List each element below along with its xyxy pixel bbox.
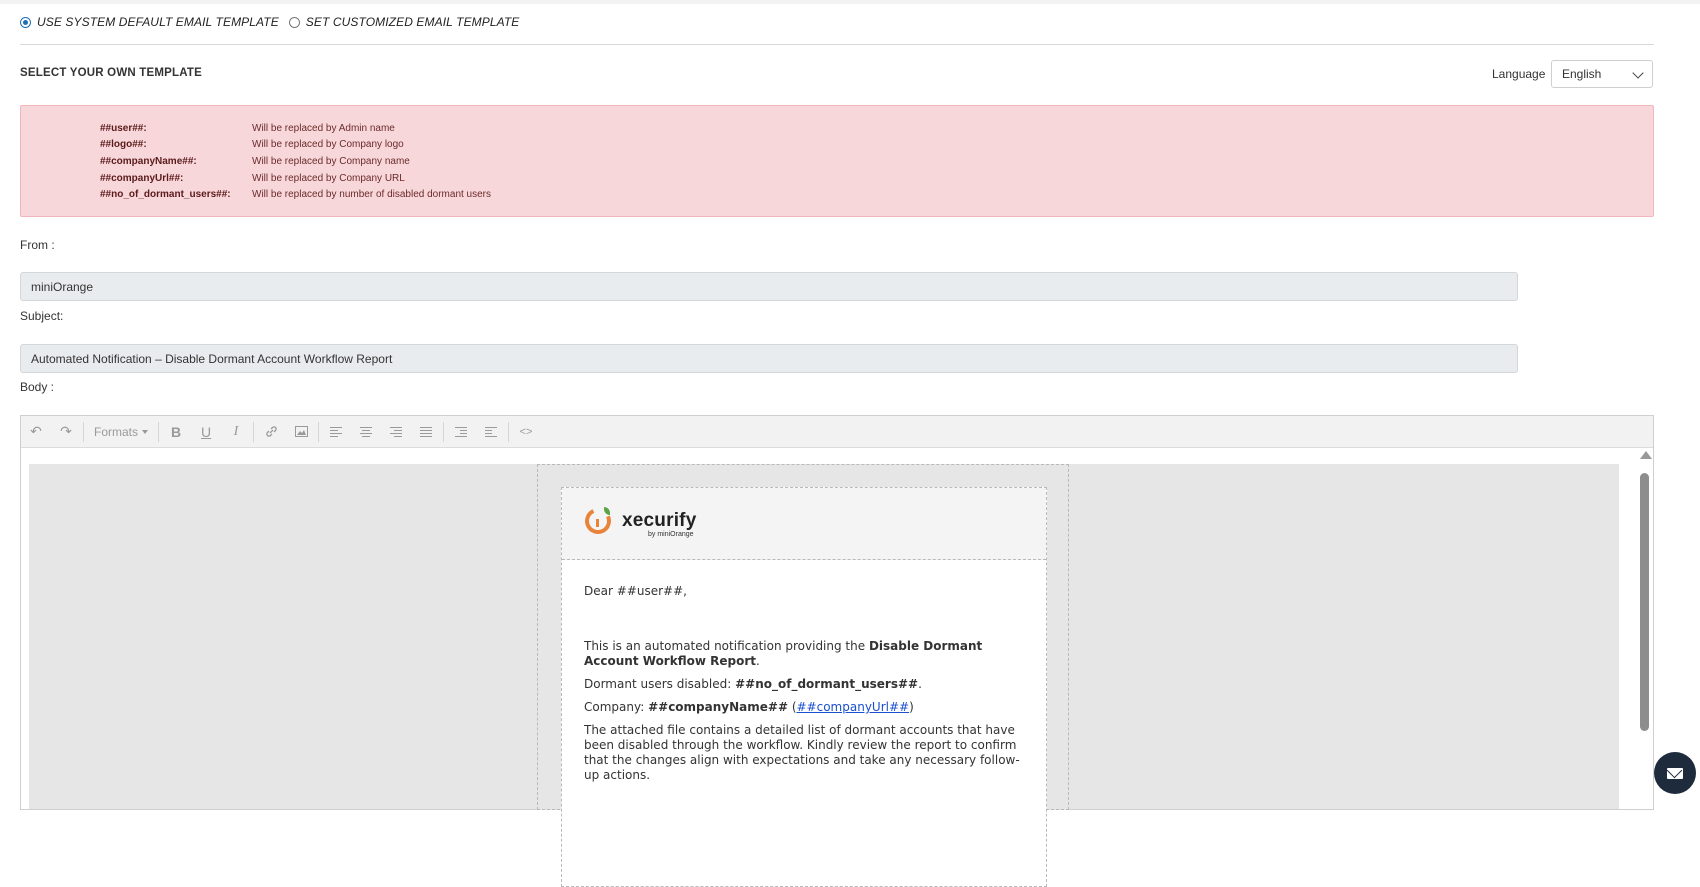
- email-content-box: xecurify by miniOrange Dear ##user##, Th…: [561, 487, 1047, 887]
- formats-dropdown[interactable]: Formats: [86, 416, 156, 447]
- top-border: [0, 0, 1700, 4]
- email-body[interactable]: Dear ##user##, This is an automated noti…: [584, 584, 1034, 783]
- placeholder-key: ##companyName##:: [100, 156, 197, 167]
- placeholder-key: ##logo##:: [100, 139, 147, 150]
- editor-scrollbar[interactable]: [1637, 451, 1652, 809]
- dormant-count: ##no_of_dormant_users##: [735, 677, 919, 691]
- brand-subtitle: by miniOrange: [648, 531, 694, 538]
- toolbar-separator: [443, 421, 445, 442]
- source-code-button[interactable]: <>: [511, 416, 541, 447]
- body-label: Body :: [20, 380, 55, 394]
- formats-label: Formats: [94, 424, 139, 439]
- placeholder-info-alert: ##user##: Will be replaced by Admin name…: [20, 105, 1654, 217]
- placeholder-desc: Will be replaced by number of disabled d…: [252, 189, 492, 200]
- from-field[interactable]: miniOrange: [20, 272, 1518, 301]
- section-title: SELECT YOUR OWN TEMPLATE: [20, 67, 202, 79]
- company-name: ##companyName##: [648, 700, 788, 714]
- toolbar-separator: [318, 421, 320, 442]
- caret-down-icon: [142, 429, 149, 434]
- default-template-label[interactable]: USE SYSTEM DEFAULT EMAIL TEMPLATE: [37, 15, 279, 29]
- image-icon[interactable]: [286, 416, 316, 447]
- placeholder-row: ##no_of_dormant_users##: Will be replace…: [100, 189, 491, 205]
- chat-support-button[interactable]: [1654, 752, 1696, 794]
- email-intro: This is an automated notification provid…: [584, 639, 983, 668]
- template-type-options: USE SYSTEM DEFAULT EMAIL TEMPLATE SET CU…: [20, 12, 529, 32]
- brand-name: xecurify: [622, 510, 697, 531]
- placeholder-desc: Will be replaced by Company name: [252, 156, 410, 167]
- company-url-link[interactable]: ##companyUrl##: [797, 700, 910, 714]
- placeholder-row: ##logo##: Will be replaced by Company lo…: [100, 139, 404, 155]
- custom-template-radio[interactable]: [288, 16, 300, 28]
- bold-button[interactable]: B: [161, 416, 191, 447]
- indent-icon[interactable]: [476, 416, 506, 447]
- align-right-icon[interactable]: [381, 416, 411, 447]
- placeholder-key: ##companyUrl##:: [100, 173, 184, 184]
- logo-key-icon: [596, 519, 599, 527]
- align-center-icon[interactable]: [351, 416, 381, 447]
- attached-file-paragraph: The attached file contains a detailed li…: [584, 723, 1020, 782]
- link-icon[interactable]: [256, 416, 286, 447]
- placeholder-desc: Will be replaced by Admin name: [252, 123, 395, 134]
- toolbar-separator: [253, 421, 255, 442]
- align-left-icon[interactable]: [321, 416, 351, 447]
- scroll-up-arrow-icon[interactable]: [1640, 451, 1652, 459]
- placeholder-row: ##companyUrl##: Will be replaced by Comp…: [100, 173, 405, 189]
- subject-label: Subject:: [20, 309, 64, 323]
- undo-icon[interactable]: ↶: [21, 416, 51, 447]
- mail-icon: [1667, 767, 1683, 779]
- company-line: Company: ##companyName## (##companyUrl##…: [584, 700, 914, 714]
- toolbar-separator: [508, 421, 510, 442]
- email-preview-table: xecurify by miniOrange Dear ##user##, Th…: [537, 464, 1069, 887]
- divider: [20, 44, 1654, 45]
- editor-toolbar: ↶ ↷ Formats B U I <>: [21, 416, 1653, 448]
- dormant-count-line: Dormant users disabled: ##no_of_dormant_…: [584, 677, 922, 691]
- align-justify-icon[interactable]: [411, 416, 441, 447]
- placeholder-key: ##user##:: [100, 123, 147, 134]
- default-template-radio[interactable]: [20, 16, 31, 28]
- from-label: From :: [20, 238, 55, 252]
- placeholder-desc: Will be replaced by Company logo: [252, 139, 404, 150]
- language-label: Language: [1492, 67, 1546, 81]
- underline-button[interactable]: U: [191, 416, 221, 447]
- toolbar-separator: [158, 421, 160, 442]
- placeholder-desc: Will be replaced by Company URL: [252, 173, 405, 184]
- outdent-icon[interactable]: [446, 416, 476, 447]
- email-header: xecurify by miniOrange: [562, 488, 1046, 560]
- subject-field[interactable]: Automated Notification – Disable Dormant…: [20, 344, 1518, 373]
- scroll-thumb[interactable]: [1640, 473, 1649, 731]
- placeholder-row: ##user##: Will be replaced by Admin name: [100, 123, 395, 139]
- redo-icon[interactable]: ↷: [51, 416, 81, 447]
- placeholder-row: ##companyName##: Will be replaced by Com…: [100, 156, 410, 172]
- custom-template-label[interactable]: SET CUSTOMIZED EMAIL TEMPLATE: [306, 15, 520, 29]
- chevron-down-icon: [1632, 67, 1644, 79]
- language-value: English: [1562, 67, 1602, 81]
- italic-button[interactable]: I: [221, 416, 251, 447]
- toolbar-separator: [83, 421, 84, 442]
- placeholder-key: ##no_of_dormant_users##:: [100, 189, 231, 200]
- email-greeting: Dear ##user##,: [584, 584, 687, 598]
- language-select[interactable]: English: [1551, 60, 1653, 88]
